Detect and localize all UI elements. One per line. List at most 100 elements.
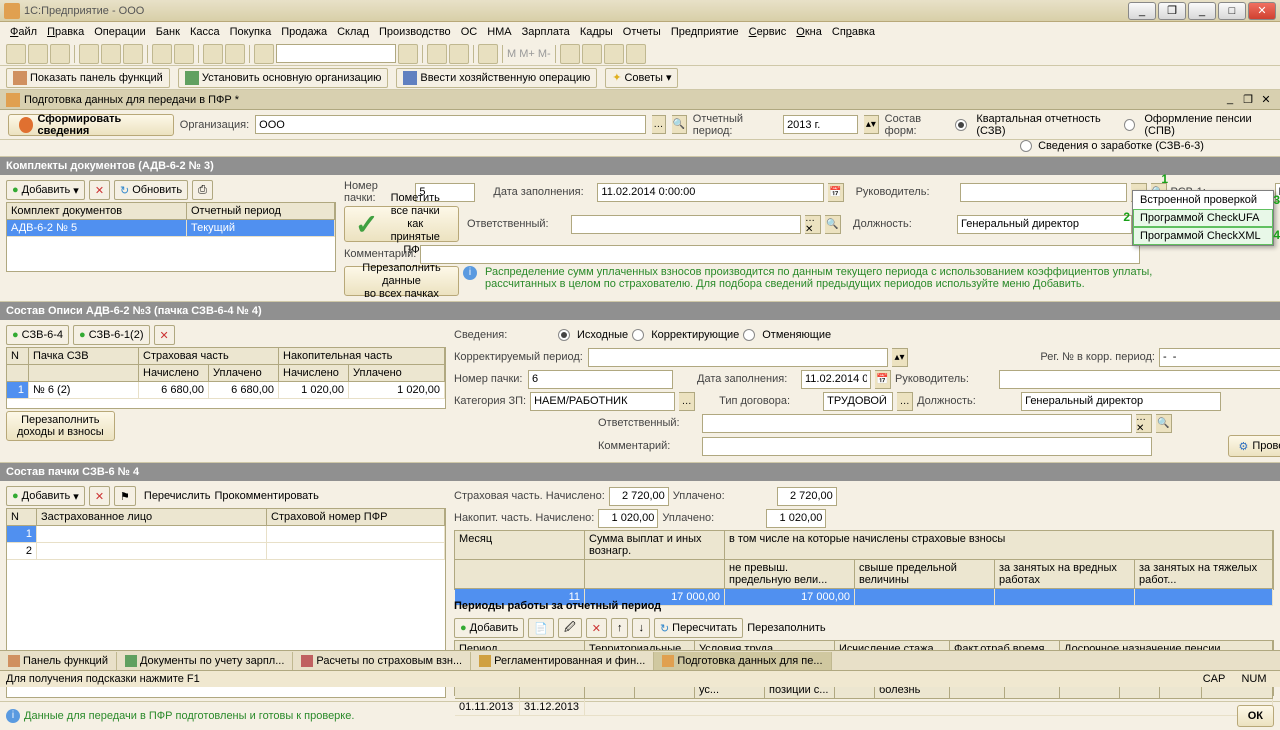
menu-kassa[interactable]: Касса <box>186 24 224 40</box>
resp-search-button[interactable]: 🔍 <box>825 215 841 234</box>
sved-corr-radio[interactable] <box>632 329 644 341</box>
tab-pfr-prepare[interactable]: Подготовка данных для пе... <box>654 652 831 670</box>
tb-cut-icon[interactable] <box>79 44 99 64</box>
type-input[interactable] <box>823 392 893 411</box>
kits-grid[interactable]: Комплект документов Отчетный период АДВ-… <box>6 202 336 272</box>
refill-all-button[interactable]: Перезаполнить данные во всех пачках <box>344 266 459 296</box>
tb-new-icon[interactable] <box>6 44 26 64</box>
misc-button[interactable]: ⎙ <box>192 180 213 200</box>
payments-grid[interactable]: Месяц Сумма выплат и иных вознагр. в том… <box>454 530 1274 590</box>
tb-misc1-icon[interactable] <box>560 44 580 64</box>
corr-num-input[interactable] <box>528 370 673 389</box>
menu-help[interactable]: Справка <box>828 24 879 40</box>
reg-input[interactable] <box>1159 348 1280 367</box>
tb-redo-icon[interactable] <box>225 44 245 64</box>
menu-edit[interactable]: Правка <box>43 24 88 40</box>
sved-orig-radio[interactable] <box>558 329 570 341</box>
tb-search-btn[interactable] <box>398 44 418 64</box>
opis-row-1[interactable]: 1 № 6 (2) 6 680,00 6 680,00 1 020,00 1 0… <box>7 382 445 399</box>
tb-misc3-icon[interactable] <box>604 44 624 64</box>
mark-all-button[interactable]: ✓ Пометить все пачки как принятые ПФР <box>344 206 459 242</box>
nak-nach-input[interactable] <box>598 509 658 528</box>
menu-production[interactable]: Производство <box>375 24 455 40</box>
menu-warehouse[interactable]: Склад <box>333 24 373 40</box>
periods-row-1[interactable]: 01.11.2013 31.12.2013 <box>455 699 1273 716</box>
head-input[interactable] <box>960 183 1127 202</box>
refill-income-button[interactable]: Перезаполнить доходы и взносы <box>6 411 115 441</box>
tab-panel-functions[interactable]: Панель функций <box>0 652 117 670</box>
comment-link[interactable]: Прокомментировать <box>215 490 319 502</box>
show-panel-button[interactable]: Показать панель функций <box>6 68 170 88</box>
period-edit2-button[interactable]: 🖉 <box>558 618 582 638</box>
check-xml-item[interactable]: Программой CheckXML <box>1133 227 1273 245</box>
resp-clear-button[interactable]: …✕ <box>805 215 821 234</box>
period-spin-button[interactable]: ▴▾ <box>864 115 879 134</box>
manual-op-button[interactable]: Ввести хозяйственную операцию <box>396 68 597 88</box>
szv64-button[interactable]: ●СЗВ-6-4 <box>6 325 69 345</box>
insured-row-1[interactable]: 1 <box>7 526 445 543</box>
corr-resp-input[interactable] <box>702 414 1132 433</box>
period-del-button[interactable]: ✕ <box>586 618 607 638</box>
del2-button[interactable]: ✕ <box>154 325 175 345</box>
org-input[interactable] <box>255 115 645 134</box>
comment-input[interactable] <box>420 245 1140 264</box>
set-org-button[interactable]: Установить основную организацию <box>178 68 389 88</box>
tb-calendar-icon[interactable] <box>449 44 469 64</box>
menu-enterprise[interactable]: Предприятие <box>667 24 743 40</box>
tb-copy-icon[interactable] <box>101 44 121 64</box>
tab-salary-docs[interactable]: Документы по учету зарпл... <box>117 652 293 670</box>
composition-opt2-radio[interactable] <box>1124 119 1135 131</box>
doc-max-button[interactable]: ❐ <box>1240 93 1256 107</box>
sved-cancel-radio[interactable] <box>743 329 755 341</box>
minimize-button[interactable]: _ <box>1128 2 1156 20</box>
corr-period-input[interactable] <box>588 348 888 367</box>
tb-save-icon[interactable] <box>50 44 70 64</box>
period-recalc-button[interactable]: ↻Пересчитать <box>654 618 743 638</box>
calendar-icon[interactable]: 📅 <box>875 370 891 389</box>
tb-help-icon[interactable] <box>478 44 498 64</box>
maximize-button[interactable]: □ <box>1218 2 1246 20</box>
add-button[interactable]: ●Добавить ▾ <box>6 180 85 200</box>
period-edit-button[interactable]: 📄 <box>528 618 554 638</box>
menu-bank[interactable]: Банк <box>152 24 184 40</box>
tb-undo-icon[interactable] <box>203 44 223 64</box>
doc-min-button[interactable]: _ <box>1222 93 1238 107</box>
generate-button[interactable]: Сформировать сведения <box>8 114 174 136</box>
menu-sale[interactable]: Продажа <box>277 24 331 40</box>
corr-head-input[interactable] <box>999 370 1280 389</box>
composition-opt1-radio[interactable] <box>955 119 967 131</box>
org-search-button[interactable]: 🔍 <box>672 115 687 134</box>
corr-date-input[interactable] <box>801 370 871 389</box>
add3-button[interactable]: ●Добавить ▾ <box>6 486 85 506</box>
org-select-button[interactable]: … <box>652 115 667 134</box>
resp-input[interactable] <box>571 215 801 234</box>
tb-find-icon[interactable] <box>254 44 274 64</box>
restore-button[interactable]: ❐ <box>1158 2 1186 20</box>
check-pack-button[interactable]: ⚙Проверить пачку ▾ <box>1228 435 1280 457</box>
close-button[interactable]: ✕ <box>1248 2 1276 20</box>
insured-row-2[interactable]: 2 <box>7 543 445 560</box>
period-add-button[interactable]: ●Добавить <box>454 618 524 638</box>
menu-salary[interactable]: Зарплата <box>518 24 574 40</box>
period-down-button[interactable]: ↓ <box>632 618 650 638</box>
tb-preview-icon[interactable] <box>174 44 194 64</box>
menu-nma[interactable]: НМА <box>483 24 515 40</box>
kits-row-1[interactable]: АДВ-6-2 № 5 Текущий <box>7 220 335 237</box>
period-up-button[interactable]: ↑ <box>611 618 629 638</box>
nak-upl-input[interactable] <box>766 509 826 528</box>
minimize2-button[interactable]: _ <box>1188 2 1216 20</box>
check-builtin-item[interactable]: Встроенной проверкой <box>1133 191 1273 209</box>
check-ufa-item[interactable]: Программой CheckUFA <box>1133 209 1273 227</box>
tb-misc4-icon[interactable] <box>626 44 646 64</box>
period-input[interactable] <box>783 115 858 134</box>
period-refill-link[interactable]: Перезаполнить <box>747 622 825 634</box>
corr-comment-input[interactable] <box>702 437 1152 456</box>
tb-print-icon[interactable] <box>152 44 172 64</box>
szv612-button[interactable]: ●СЗВ-6-1(2) <box>73 325 149 345</box>
tb-open-icon[interactable] <box>28 44 48 64</box>
tab-regulated[interactable]: Регламентированная и фин... <box>471 652 654 670</box>
opis-grid[interactable]: N Пачка СЗВ Страховая часть Накопительна… <box>6 347 446 409</box>
doc-close-button[interactable]: ✕ <box>1258 93 1274 107</box>
delete-button[interactable]: ✕ <box>89 180 110 200</box>
ins-upl-input[interactable] <box>777 487 837 506</box>
